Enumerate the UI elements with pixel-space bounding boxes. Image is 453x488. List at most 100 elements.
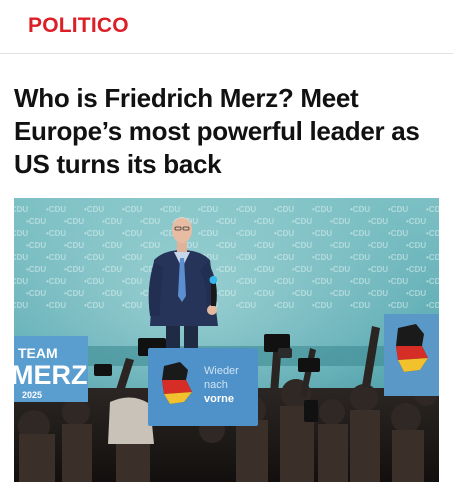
cdu-backdrop-mark: •CDU bbox=[368, 289, 388, 298]
cdu-backdrop-mark: •CDU bbox=[274, 277, 294, 286]
cdu-backdrop-mark: •CDU bbox=[64, 217, 84, 226]
sign-vorne-text: vorne bbox=[204, 393, 234, 405]
sign-2025-text: 2025 bbox=[22, 390, 42, 400]
cdu-backdrop-mark: •CDU bbox=[216, 241, 236, 250]
cdu-backdrop-mark: •CDU bbox=[350, 229, 370, 238]
cdu-backdrop-mark: •CDU bbox=[368, 265, 388, 274]
cdu-backdrop-mark: •CDU bbox=[368, 217, 388, 226]
cdu-backdrop-mark: •CDU bbox=[26, 241, 46, 250]
cdu-backdrop-mark: •CDU bbox=[236, 253, 256, 262]
cdu-backdrop-mark: •CDU bbox=[64, 289, 84, 298]
cdu-backdrop-mark: •CDU bbox=[84, 301, 104, 310]
cdu-backdrop-mark: •CDU bbox=[102, 241, 122, 250]
cdu-backdrop-mark: •CDU bbox=[330, 265, 350, 274]
cdu-backdrop-mark: •CDU bbox=[406, 265, 426, 274]
cdu-backdrop-mark: •CDU bbox=[312, 277, 332, 286]
cdu-backdrop-mark: •CDU bbox=[122, 205, 142, 214]
article-headline[interactable]: Who is Friedrich Merz? Meet Europe’s mos… bbox=[14, 82, 446, 181]
site-header: POLITICO bbox=[0, 0, 453, 54]
cdu-backdrop-mark: •CDU bbox=[14, 229, 28, 238]
cdu-backdrop-mark: •CDU bbox=[254, 289, 274, 298]
sign-nach-text: nach bbox=[204, 379, 228, 391]
cdu-backdrop-mark: •CDU bbox=[102, 265, 122, 274]
sign-wieder-text: Wieder bbox=[204, 365, 239, 377]
cdu-backdrop-mark: •CDU bbox=[388, 301, 408, 310]
cdu-backdrop-mark: •CDU bbox=[84, 205, 104, 214]
cdu-backdrop-mark: •CDU bbox=[388, 253, 408, 262]
cdu-backdrop-mark: •CDU bbox=[46, 229, 66, 238]
cdu-backdrop-mark: •CDU bbox=[330, 241, 350, 250]
cdu-backdrop-mark: •CDU bbox=[236, 277, 256, 286]
cdu-backdrop-mark: •CDU bbox=[84, 277, 104, 286]
cdu-backdrop-mark: •CDU bbox=[84, 253, 104, 262]
cdu-backdrop-mark: •CDU bbox=[312, 229, 332, 238]
cdu-backdrop-mark: •CDU bbox=[46, 301, 66, 310]
cdu-backdrop-mark: •CDU bbox=[236, 301, 256, 310]
cdu-backdrop-mark: •CDU bbox=[216, 265, 236, 274]
cdu-backdrop-mark: •CDU bbox=[274, 205, 294, 214]
cdu-backdrop-mark: •CDU bbox=[330, 217, 350, 226]
wieder-nach-vorne-sign: Wieder nach vorne bbox=[148, 348, 258, 426]
cdu-backdrop-mark: •CDU bbox=[26, 265, 46, 274]
cdu-backdrop-mark: •CDU bbox=[216, 217, 236, 226]
photo-scene: •CDU•CDU•CDU•CDU•CDU•CDU•CDU•CDU•CDU•CDU… bbox=[14, 198, 439, 482]
cdu-backdrop-mark: •CDU bbox=[26, 217, 46, 226]
cdu-backdrop-mark: •CDU bbox=[254, 265, 274, 274]
cdu-backdrop-mark: •CDU bbox=[122, 229, 142, 238]
article-photo[interactable]: •CDU•CDU•CDU•CDU•CDU•CDU•CDU•CDU•CDU•CDU… bbox=[14, 198, 439, 482]
cdu-backdrop-mark: •CDU bbox=[406, 289, 426, 298]
cdu-backdrop-mark: •CDU bbox=[426, 229, 439, 238]
cdu-backdrop-mark: •CDU bbox=[216, 289, 236, 298]
cdu-backdrop-mark: •CDU bbox=[388, 205, 408, 214]
cdu-backdrop-mark: •CDU bbox=[46, 277, 66, 286]
cdu-backdrop-mark: •CDU bbox=[14, 301, 28, 310]
cdu-backdrop-mark: •CDU bbox=[292, 241, 312, 250]
cdu-backdrop-mark: •CDU bbox=[236, 205, 256, 214]
cdu-backdrop-mark: •CDU bbox=[14, 205, 28, 214]
cdu-backdrop-mark: •CDU bbox=[14, 277, 28, 286]
cdu-backdrop-mark: •CDU bbox=[368, 241, 388, 250]
cdu-backdrop-mark: •CDU bbox=[426, 253, 439, 262]
cdu-backdrop-mark: •CDU bbox=[274, 301, 294, 310]
cdu-backdrop-mark: •CDU bbox=[160, 205, 180, 214]
cdu-backdrop-mark: •CDU bbox=[64, 265, 84, 274]
cdu-backdrop-mark: •CDU bbox=[292, 289, 312, 298]
cdu-backdrop-mark: •CDU bbox=[198, 229, 218, 238]
cdu-backdrop-mark: •CDU bbox=[350, 277, 370, 286]
cdu-backdrop-mark: •CDU bbox=[312, 253, 332, 262]
cdu-backdrop-mark: •CDU bbox=[46, 205, 66, 214]
cdu-backdrop-mark: •CDU bbox=[292, 265, 312, 274]
cdu-backdrop-mark: •CDU bbox=[388, 229, 408, 238]
cdu-backdrop-mark: •CDU bbox=[350, 205, 370, 214]
cdu-backdrop-mark: •CDU bbox=[102, 289, 122, 298]
cdu-backdrop-mark: •CDU bbox=[122, 253, 142, 262]
cdu-backdrop-mark: •CDU bbox=[236, 229, 256, 238]
cdu-backdrop-mark: •CDU bbox=[274, 229, 294, 238]
cdu-backdrop-mark: •CDU bbox=[274, 253, 294, 262]
cdu-backdrop-mark: •CDU bbox=[350, 301, 370, 310]
cdu-backdrop-mark: •CDU bbox=[84, 229, 104, 238]
politico-logo[interactable]: POLITICO bbox=[28, 14, 129, 38]
cdu-backdrop-mark: •CDU bbox=[102, 217, 122, 226]
cdu-backdrop-mark: •CDU bbox=[122, 301, 142, 310]
cdu-backdrop-mark: •CDU bbox=[46, 253, 66, 262]
cdu-backdrop-mark: •CDU bbox=[198, 205, 218, 214]
cdu-backdrop-mark: •CDU bbox=[312, 301, 332, 310]
cdu-backdrop-mark: •CDU bbox=[122, 277, 142, 286]
cdu-backdrop-mark: •CDU bbox=[14, 253, 28, 262]
cdu-backdrop-mark: •CDU bbox=[426, 205, 439, 214]
cdu-backdrop-mark: •CDU bbox=[140, 217, 160, 226]
cdu-backdrop-mark: •CDU bbox=[350, 253, 370, 262]
cdu-backdrop-mark: •CDU bbox=[26, 289, 46, 298]
cdu-backdrop-mark: •CDU bbox=[426, 277, 439, 286]
cdu-backdrop-mark: •CDU bbox=[140, 241, 160, 250]
cdu-backdrop-mark: •CDU bbox=[292, 217, 312, 226]
germany-flag-sign bbox=[384, 314, 439, 396]
cdu-backdrop-mark: •CDU bbox=[254, 217, 274, 226]
cdu-backdrop-mark: •CDU bbox=[406, 241, 426, 250]
cdu-backdrop-mark: •CDU bbox=[388, 277, 408, 286]
cdu-backdrop-mark: •CDU bbox=[312, 205, 332, 214]
cdu-backdrop-mark: •CDU bbox=[426, 301, 439, 310]
sign-merz-text: MERZ bbox=[14, 360, 88, 390]
cdu-backdrop-mark: •CDU bbox=[330, 289, 350, 298]
